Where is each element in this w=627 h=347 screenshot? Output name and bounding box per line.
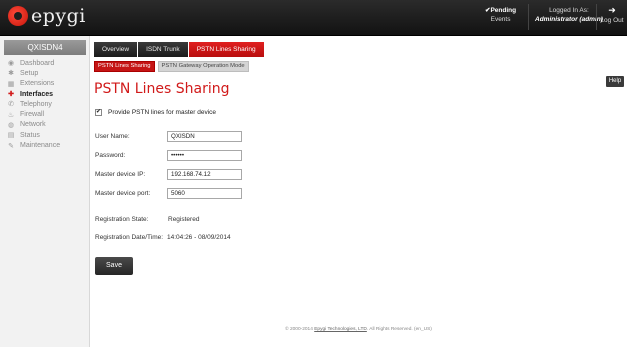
status-icon: ▤	[7, 132, 15, 140]
sidebar-item-label: Extensions	[20, 80, 55, 88]
dashboard-icon: ◉	[7, 60, 15, 68]
provide-pstn-label: Provide PSTN lines for master device	[108, 109, 217, 116]
subtab-pstn-gateway-operation-mode[interactable]: PSTN Gateway Operation Mode	[157, 61, 249, 72]
subtab-pstn-lines-sharing[interactable]: PSTN Lines Sharing	[94, 61, 155, 72]
logo-text: epygi	[31, 5, 86, 27]
sidebar-item-label: Network	[20, 121, 46, 129]
page-title: PSTN Lines Sharing	[94, 81, 230, 97]
events-label: Events	[490, 16, 511, 23]
master-ip-label: Master device IP:	[95, 171, 146, 178]
epygi-logo: epygi	[8, 6, 86, 26]
provide-pstn-checkbox[interactable]: ✔	[95, 109, 102, 116]
network-icon: ◍	[7, 121, 15, 129]
pending-events-button[interactable]: ✔Pending Events	[485, 6, 516, 24]
top-header: epygi ✔Pending Events Logged In As: Admi…	[0, 0, 627, 36]
logged-in-info: Logged In As: Administrator (admin)	[535, 6, 603, 24]
help-button[interactable]: Help	[606, 76, 624, 87]
sidebar-item-dashboard[interactable]: ◉ Dashboard	[6, 58, 88, 68]
password-label: Password:	[95, 152, 126, 159]
sidebar-item-setup[interactable]: ✱ Setup	[6, 68, 88, 78]
sidebar-item-label: Firewall	[20, 111, 45, 119]
master-ip-field[interactable]: 192.168.74.12	[167, 169, 242, 180]
sidebar-item-label: Interfaces	[20, 90, 54, 98]
wrench-icon: ✎	[8, 142, 14, 150]
username-field[interactable]: QXISDN	[167, 131, 242, 142]
footer: © 2000-2014 Epygi Technologies, LTD. All…	[0, 327, 627, 332]
footer-company-link[interactable]: Epygi Technologies, LTD	[314, 327, 367, 332]
logout-label: Log Out	[600, 17, 624, 24]
registration-datetime-label: Registration Date/Time:	[95, 234, 164, 241]
sidebar-item-telephony[interactable]: ✆ Telephony	[6, 99, 88, 109]
logged-in-user: Administrator (admin)	[535, 16, 603, 23]
sub-tabs: PSTN Lines Sharing PSTN Gateway Operatio…	[94, 61, 252, 72]
sidebar-item-firewall[interactable]: ♨ Firewall	[6, 109, 88, 119]
logged-in-label: Logged In As:	[549, 7, 589, 14]
phone-icon: ✆	[8, 101, 14, 109]
main-tabs: Overview ISDN Trunk PSTN Lines Sharing	[94, 42, 265, 57]
password-field[interactable]: ••••••	[167, 150, 242, 161]
master-port-label: Master device port:	[95, 190, 151, 197]
sidebar-item-label: Setup	[20, 69, 39, 77]
logout-button[interactable]: ➜ Log Out	[599, 6, 625, 25]
tab-overview[interactable]: Overview	[94, 42, 138, 57]
sidebar-item-maintenance[interactable]: ✎ Maintenance	[6, 140, 88, 150]
header-divider	[528, 4, 529, 30]
footer-rights: . All Rights Reserved. (en_US)	[366, 327, 432, 332]
sidebar: QXISDN4 ◉ Dashboard ✱ Setup ▦ Extensions…	[0, 36, 90, 347]
registration-state-value: Registered	[168, 216, 200, 223]
sidebar-nav: ◉ Dashboard ✱ Setup ▦ Extensions ✚ Inter…	[6, 58, 88, 151]
tab-pstn-lines-sharing[interactable]: PSTN Lines Sharing	[188, 42, 264, 57]
sidebar-item-interfaces[interactable]: ✚ Interfaces	[6, 89, 88, 99]
registration-datetime-value: 14:04:26 - 08/09/2014	[167, 234, 231, 241]
registration-state-label: Registration State:	[95, 216, 149, 223]
sidebar-item-label: Telephony	[20, 100, 52, 108]
master-port-field[interactable]: 5060	[167, 188, 242, 199]
sidebar-item-extensions[interactable]: ▦ Extensions	[6, 79, 88, 89]
footer-copyright: © 2000-2014	[285, 327, 315, 332]
save-button[interactable]: Save	[95, 257, 133, 275]
tab-isdn-trunk[interactable]: ISDN Trunk	[138, 42, 188, 57]
provide-pstn-row: ✔ Provide PSTN lines for master device	[95, 109, 216, 116]
username-label: User Name:	[95, 133, 130, 140]
sidebar-item-label: Maintenance	[20, 142, 61, 150]
firewall-icon: ♨	[7, 111, 15, 119]
logo-mark-icon	[8, 6, 28, 26]
pending-label: ✔Pending	[485, 7, 517, 14]
logout-icon: ➜	[608, 5, 616, 15]
device-name-badge[interactable]: QXISDN4	[4, 40, 86, 55]
sidebar-item-network[interactable]: ◍ Network	[6, 120, 88, 130]
extensions-icon: ▦	[7, 80, 15, 88]
gear-icon: ✱	[8, 70, 14, 78]
header-divider	[596, 4, 597, 30]
sidebar-item-label: Status	[20, 131, 40, 139]
sidebar-item-status[interactable]: ▤ Status	[6, 130, 88, 140]
interfaces-icon: ✚	[8, 91, 14, 99]
sidebar-item-label: Dashboard	[20, 59, 55, 67]
